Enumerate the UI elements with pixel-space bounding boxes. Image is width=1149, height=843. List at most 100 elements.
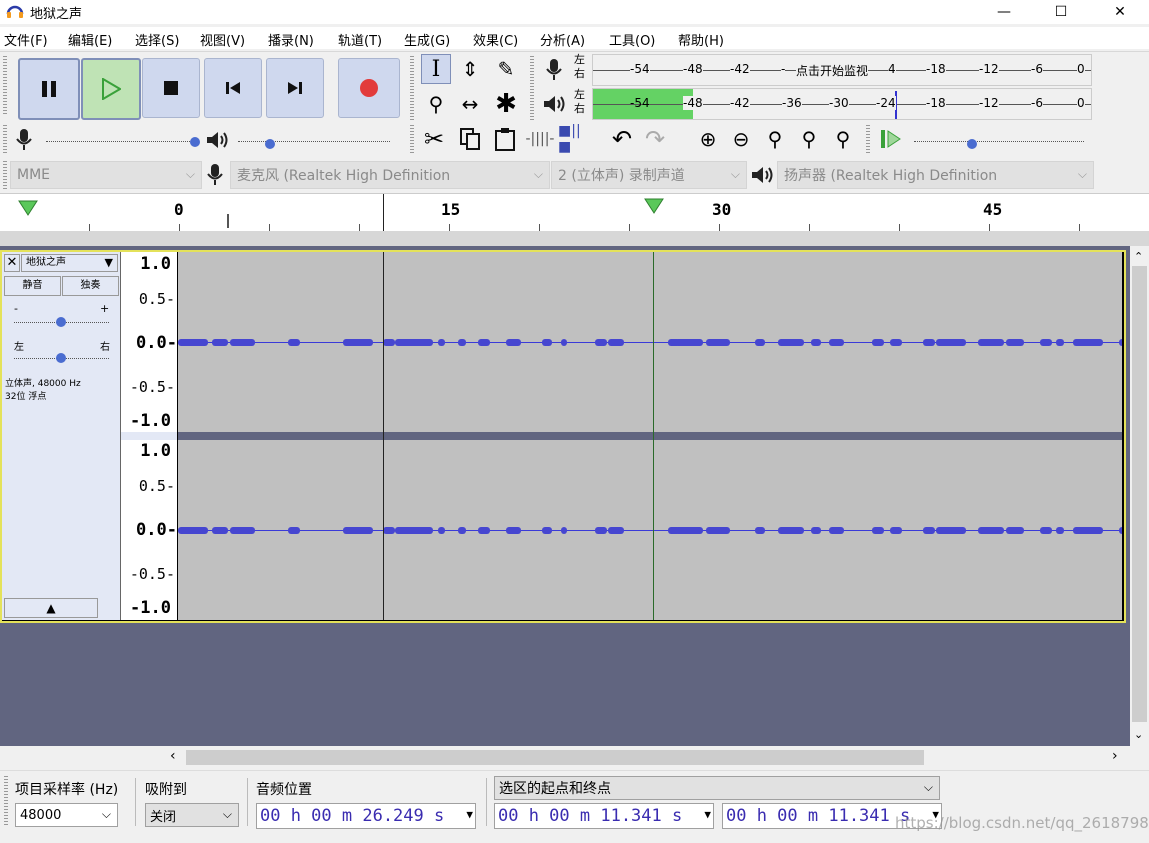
cut-button[interactable]: ✂ (419, 124, 449, 154)
monitor-hint[interactable]: 点击开始监视 (796, 62, 869, 79)
skip-end-button[interactable] (266, 58, 324, 118)
menu-edit[interactable]: 编辑(E) (68, 30, 112, 49)
play-speed-thumb[interactable] (967, 139, 977, 149)
play-meter-button[interactable] (540, 90, 568, 118)
mute-button[interactable]: 静音 (4, 276, 61, 296)
play-at-speed-button[interactable] (876, 124, 906, 154)
waveform-segment (506, 527, 521, 534)
redo-button[interactable]: ↷ (640, 124, 670, 154)
ruler-label-30: 30 (712, 200, 732, 219)
play-volume-thumb[interactable] (265, 139, 275, 149)
track-close-button[interactable]: ✕ (4, 254, 20, 272)
zoom-out-button[interactable]: ⊖ (726, 124, 756, 154)
envelope-tool-button[interactable]: ⇕ (455, 54, 485, 84)
transport-grip[interactable] (3, 56, 7, 116)
menu-analyze[interactable]: 分析(A) (540, 30, 585, 49)
asterisk-icon: ✱ (495, 89, 517, 119)
menu-tracks[interactable]: 轨道(T) (338, 30, 382, 49)
device-grip[interactable] (3, 161, 7, 189)
stop-button[interactable] (142, 58, 200, 118)
selection-tool-button[interactable]: I (421, 54, 451, 84)
waveform-right-channel[interactable] (178, 440, 1122, 620)
scroll-down-icon[interactable]: ⌄ (1134, 728, 1143, 741)
recording-channels-select[interactable]: 2 (立体声) 录制声道 ⌵ (551, 161, 747, 189)
selection-mode-value: 选区的起点和终点 (499, 781, 611, 797)
waveform-segment (872, 527, 884, 534)
format-menu-arrow-icon[interactable]: ▼ (466, 808, 473, 821)
close-button[interactable]: ✕ (1097, 0, 1143, 24)
pan-slider-thumb[interactable] (56, 353, 66, 363)
pause-button[interactable] (18, 58, 80, 120)
multi-tool-button[interactable]: ✱ (491, 89, 521, 119)
meter-grip[interactable] (530, 56, 534, 120)
menu-transport[interactable]: 播录(N) (268, 30, 314, 49)
record-volume-slider[interactable] (46, 141, 196, 143)
record-meter-button[interactable] (540, 56, 568, 84)
maximize-button[interactable]: ☐ (1038, 0, 1084, 24)
scroll-right-icon[interactable]: › (1112, 748, 1118, 764)
zoom-toggle-button[interactable]: ⚲ (828, 124, 858, 154)
menu-file[interactable]: 文件(F) (4, 30, 48, 49)
selection-mode-select[interactable]: 选区的起点和终点 ⌵ (494, 776, 940, 800)
selection-end-value: 00 h 00 m 11.341 s (726, 806, 911, 826)
menu-effect[interactable]: 效果(C) (473, 30, 518, 49)
collapse-track-button[interactable]: ▲ (4, 598, 98, 618)
scroll-up-icon[interactable]: ⌃ (1134, 250, 1143, 263)
waveform-segment (978, 527, 1004, 534)
menu-select[interactable]: 选择(S) (135, 30, 179, 49)
skip-start-button[interactable] (204, 58, 262, 118)
menu-tools[interactable]: 工具(O) (609, 30, 655, 49)
copy-button[interactable] (455, 124, 485, 154)
pin-playhead-icon[interactable] (18, 200, 38, 216)
audio-host-select[interactable]: MME ⌵ (10, 161, 202, 189)
play-meter-tick: -6 (1031, 96, 1043, 110)
zoom-in-button[interactable]: ⊕ (693, 124, 723, 154)
timeshift-tool-button[interactable]: ↔ (455, 89, 485, 119)
vertical-scrollbar[interactable]: ⌃ ⌄ (1130, 246, 1149, 746)
waveform-segment (811, 527, 821, 534)
waveform-left-channel[interactable] (178, 252, 1122, 432)
paste-button[interactable] (490, 124, 520, 154)
selection-grip[interactable] (4, 776, 8, 826)
draw-tool-button[interactable]: ✎ (491, 54, 521, 84)
selection-start-field[interactable]: 00 h 00 m 11.341 s ▼ (494, 803, 714, 829)
minimize-button[interactable]: — (981, 0, 1027, 24)
undo-button[interactable]: ↶ (607, 124, 637, 154)
recording-device-select[interactable]: 麦克风 (Realtek High Definition ⌵ (230, 161, 550, 189)
menu-help[interactable]: 帮助(H) (678, 30, 724, 49)
play-volume-slider[interactable] (238, 141, 390, 143)
play-speed-slider[interactable] (914, 141, 1084, 143)
menu-view[interactable]: 视图(V) (200, 30, 245, 49)
mixer-grip[interactable] (3, 125, 7, 155)
project-rate-select[interactable]: 48000 ⌵ (15, 803, 118, 827)
horizontal-scroll-thumb[interactable] (186, 750, 924, 765)
horizontal-scrollbar[interactable]: ‹ › (160, 746, 1130, 768)
playback-device-select[interactable]: 扬声器 (Realtek High Definition ⌵ (777, 161, 1094, 189)
play-button[interactable] (81, 58, 141, 120)
play-at-speed-grip[interactable] (866, 125, 870, 155)
record-volume-thumb[interactable] (190, 137, 200, 147)
waveform-segment (1119, 527, 1122, 534)
chevron-down-icon: ⌵ (533, 167, 543, 181)
format-menu-arrow-icon[interactable]: ▼ (704, 808, 711, 821)
trim-button[interactable]: -||||- (525, 124, 555, 154)
snap-to-select[interactable]: 关闭 ⌵ (145, 803, 239, 827)
waveform-segment (778, 339, 804, 346)
record-button[interactable] (338, 58, 400, 118)
record-meter-tick: 4 (888, 62, 896, 76)
scroll-left-icon[interactable]: ‹ (170, 748, 176, 764)
tools-grip[interactable] (410, 56, 414, 120)
timeline-ruler[interactable]: 0 15 30 45 (0, 193, 1149, 233)
edit-grip[interactable] (410, 125, 414, 155)
zoom-tool-button[interactable]: ⚲ (421, 89, 451, 119)
gain-slider-thumb[interactable] (56, 317, 66, 327)
audio-position-field[interactable]: 00 h 00 m 26.249 s ▼ (256, 803, 476, 829)
vertical-scroll-thumb[interactable] (1132, 266, 1147, 722)
track-name-menu[interactable]: 地狱之声 ▼ (21, 254, 118, 272)
fit-selection-button[interactable]: ⚲ (760, 124, 790, 154)
solo-button[interactable]: 独奏 (62, 276, 119, 296)
scissors-icon: ✂ (423, 125, 445, 153)
menu-generate[interactable]: 生成(G) (404, 30, 450, 49)
silence-button[interactable]: ■||■ (558, 123, 588, 155)
fit-project-button[interactable]: ⚲ (794, 124, 824, 154)
